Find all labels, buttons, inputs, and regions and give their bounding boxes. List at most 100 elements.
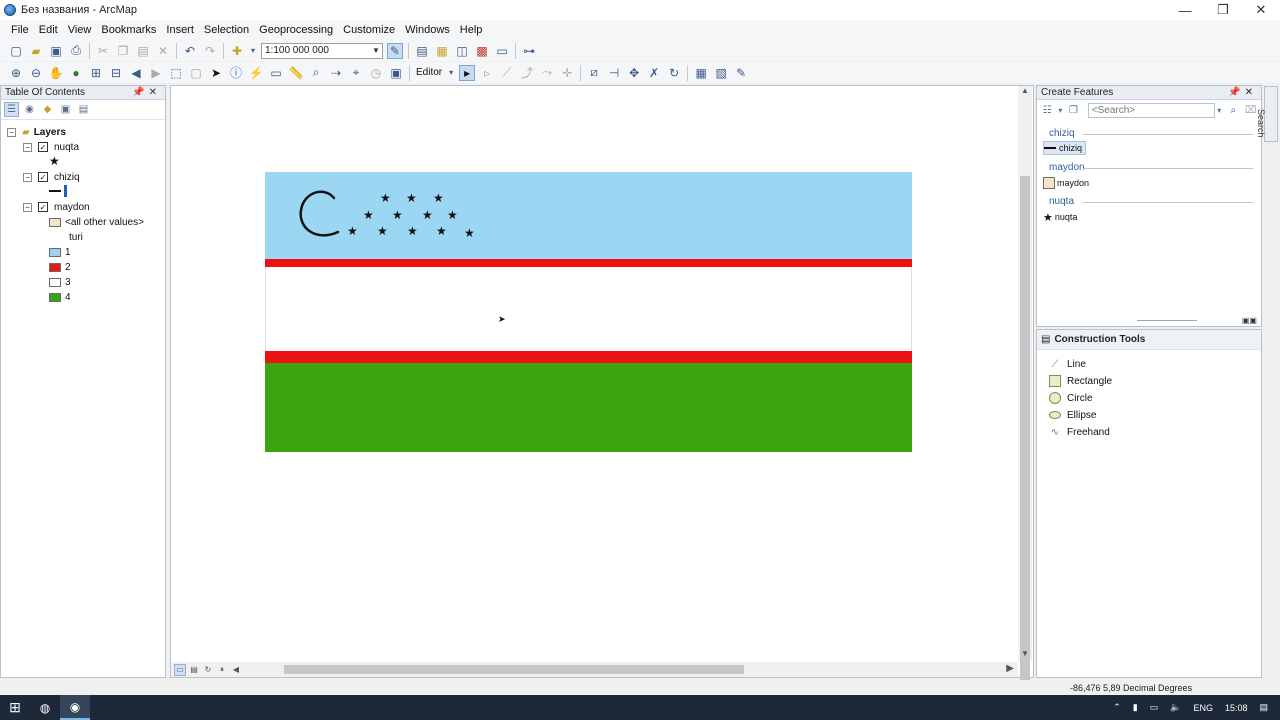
add-data-icon[interactable]: ✚ — [229, 43, 245, 59]
html-popup-icon[interactable]: ▭ — [268, 65, 284, 81]
collapse-icon[interactable]: − — [23, 172, 32, 182]
legend-class-1[interactable]: 1 — [49, 245, 71, 259]
menu-customize[interactable]: Customize — [338, 20, 400, 40]
legend-class-3[interactable]: 3 — [49, 275, 71, 289]
template-search-input[interactable]: <Search> — [1087, 102, 1216, 118]
cut-icon[interactable]: ✂ — [95, 43, 111, 59]
star-point-feature[interactable]: ★ — [447, 209, 458, 221]
pin-icon[interactable]: 📌 — [132, 87, 148, 98]
viewer-window-icon[interactable]: ▣ — [388, 65, 404, 81]
rotate-icon[interactable]: ↻ — [666, 65, 682, 81]
chevron-down-icon[interactable]: ▼ — [370, 46, 382, 55]
measure-icon[interactable]: 📏 — [288, 65, 304, 81]
zoom-out-icon[interactable]: ⊖ — [28, 65, 44, 81]
layer-visibility-checkbox[interactable]: ✓ — [38, 202, 48, 212]
options-icon[interactable]: ▤ — [76, 102, 91, 117]
menu-bookmarks[interactable]: Bookmarks — [96, 20, 161, 40]
close-button[interactable]: ✕ — [1242, 0, 1280, 20]
legend-class-4[interactable]: 4 — [49, 290, 71, 304]
map-horizontal-scrollbar[interactable]: ▭ ▤ ↻ ⏸ ◀ ▶ — [171, 662, 1018, 677]
battery-icon[interactable]: ▭ — [1150, 702, 1159, 713]
list-by-drawing-order-icon[interactable]: ☰ — [4, 102, 19, 117]
organize-templates-icon[interactable]: ☷ — [1040, 103, 1054, 118]
browser-taskbar-icon[interactable]: ◍ — [30, 695, 60, 720]
find-route-icon[interactable]: ⇢ — [328, 65, 344, 81]
layer-symbol-chiziq[interactable] — [49, 184, 67, 198]
paste-icon[interactable]: ▤ — [135, 43, 151, 59]
notifications-icon[interactable]: ▤ — [1259, 702, 1268, 713]
pin-icon[interactable]: 📌 — [1228, 87, 1244, 98]
edit-annotation-icon[interactable]: ▹ — [479, 65, 495, 81]
trace-icon[interactable]: ⤳ — [539, 65, 555, 81]
toc-layer-nuqta[interactable]: − ✓ nuqta — [23, 140, 79, 154]
create-features-icon[interactable]: ✎ — [733, 65, 749, 81]
select-elements-icon[interactable]: ➤ — [208, 65, 224, 81]
star-point-feature[interactable]: ★ — [347, 225, 358, 237]
find-icon[interactable]: ⌕ — [308, 65, 324, 81]
scroll-right-icon[interactable]: ▶ — [1006, 663, 1014, 674]
star-point-feature[interactable]: ★ — [433, 192, 444, 204]
select-by-rectangle-icon[interactable]: ⬚ — [168, 65, 184, 81]
editor-menu-button[interactable]: Editor — [413, 67, 445, 78]
clear-selection-icon[interactable]: ▢ — [188, 65, 204, 81]
pane-splitter[interactable] — [1137, 320, 1197, 321]
maximize-button[interactable]: ❐ — [1204, 0, 1242, 20]
data-view-icon[interactable]: ▭ — [174, 663, 186, 676]
star-point-feature[interactable]: ★ — [407, 225, 418, 237]
star-point-feature[interactable]: ★ — [363, 209, 374, 221]
scroll-down-icon[interactable]: ▼ — [1018, 649, 1032, 661]
layout-view-icon[interactable]: ▤ — [188, 664, 200, 676]
flag-band-red-bottom[interactable] — [265, 351, 912, 363]
star-point-feature[interactable]: ★ — [422, 209, 433, 221]
vertical-scroll-thumb[interactable] — [1020, 176, 1030, 720]
attributes-icon[interactable]: ▦ — [693, 65, 709, 81]
list-by-selection-icon[interactable]: ▣ — [58, 102, 73, 117]
toc-layer-chiziq[interactable]: − ✓ chiziq — [23, 170, 80, 184]
map-vertical-scrollbar[interactable]: ▲ ▼ — [1018, 86, 1032, 720]
menu-view[interactable]: View — [63, 20, 97, 40]
undo-icon[interactable]: ↶ — [182, 43, 198, 59]
close-icon[interactable]: ✕ — [149, 87, 161, 98]
menu-selection[interactable]: Selection — [199, 20, 254, 40]
copy-icon[interactable]: ❐ — [115, 43, 131, 59]
chevron-down-icon[interactable]: ▾ — [1057, 103, 1063, 118]
tool-circle[interactable]: Circle — [1049, 391, 1093, 405]
menu-geoprocessing[interactable]: Geoprocessing — [254, 20, 338, 40]
chevron-up-icon[interactable]: ⌃ — [1113, 702, 1121, 713]
chevron-down-icon[interactable]: ▾ — [1215, 103, 1223, 118]
point-icon[interactable]: ✛ — [559, 65, 575, 81]
clock[interactable]: 15:08 — [1225, 703, 1248, 713]
scroll-left-icon[interactable]: ◀ — [230, 664, 242, 676]
search-icon[interactable]: ⌕ — [1226, 103, 1240, 118]
python-window-icon[interactable]: ▭ — [494, 43, 510, 59]
legend-other-values[interactable]: <all other values> — [49, 215, 144, 229]
layer-symbol-nuqta[interactable]: ★ — [49, 154, 60, 168]
flag-band-white[interactable] — [265, 267, 912, 351]
star-point-feature[interactable]: ★ — [464, 227, 475, 239]
search-side-tab[interactable]: Search — [1256, 86, 1278, 142]
close-icon[interactable]: ✕ — [1245, 87, 1257, 98]
tool-rectangle[interactable]: Rectangle — [1049, 374, 1112, 388]
back-arrow-icon[interactable]: ◀ — [128, 65, 144, 81]
horizontal-scroll-thumb[interactable] — [284, 665, 744, 674]
star-point-feature[interactable]: ★ — [392, 209, 403, 221]
edit-vertices-icon[interactable]: ⧄ — [586, 65, 602, 81]
sketch-properties-icon[interactable]: ▧ — [713, 65, 729, 81]
chevron-down-icon[interactable]: ▾ — [447, 65, 455, 81]
time-slider-icon[interactable]: ◷ — [368, 65, 384, 81]
fixed-zoom-out-icon[interactable]: ⊟ — [108, 65, 124, 81]
list-by-source-icon[interactable]: ◉ — [22, 102, 37, 117]
menu-windows[interactable]: Windows — [400, 20, 455, 40]
edit-tool-icon[interactable]: ▸ — [459, 64, 476, 81]
map-scale-combo[interactable]: 1:100 000 000 ▼ — [261, 42, 383, 59]
toc-layer-maydon[interactable]: − ✓ maydon — [23, 200, 90, 214]
list-by-visibility-icon[interactable]: ◆ — [40, 102, 55, 117]
collapse-icon[interactable]: − — [7, 127, 16, 137]
toc-layers-root[interactable]: − ▰ Layers — [7, 125, 66, 139]
pause-drawing-icon[interactable]: ⏸ — [216, 664, 228, 676]
flag-band-red-top[interactable] — [265, 259, 912, 267]
usb-icon[interactable]: ▮ — [1133, 702, 1138, 713]
arctoolbox-icon[interactable]: ▩ — [474, 43, 490, 59]
straight-segment-icon[interactable]: ⟋ — [499, 65, 515, 81]
pane-resize-icon[interactable]: ▣▣ — [1242, 316, 1257, 325]
